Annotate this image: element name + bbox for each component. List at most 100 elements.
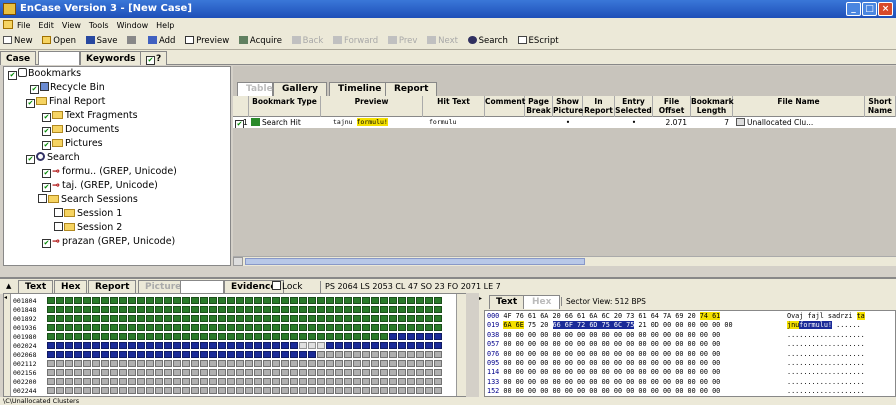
tab-hex-view[interactable]: Hex [523, 295, 561, 309]
sector-row[interactable] [47, 378, 443, 386]
col-file-name[interactable]: File Name [733, 96, 865, 117]
row-in-report [583, 117, 615, 128]
escript-button[interactable]: EScript [517, 33, 559, 49]
magnifier-icon [36, 152, 45, 161]
save-button[interactable]: Save [85, 33, 118, 49]
tab-report[interactable]: Report [385, 82, 438, 96]
forward-arrow-icon [332, 36, 342, 44]
col-hit-text[interactable]: Hit Text [423, 96, 485, 117]
tab-timeline[interactable]: Timeline [329, 82, 391, 96]
maximize-button[interactable]: □ [862, 2, 877, 16]
open-button[interactable]: Open [42, 33, 76, 49]
col-bookmark-length[interactable]: Bookmark Length [691, 96, 734, 117]
menu-help[interactable]: Help [156, 21, 174, 30]
close-button[interactable]: × [878, 2, 893, 16]
col-entry-selected[interactable]: Entry Selected [615, 96, 653, 117]
sector-row-label: 001848 [13, 306, 37, 314]
tree-node-taj[interactable]: ✔ ⊸ taj. (GREP, Unicode) [42, 180, 158, 192]
sector-row[interactable] [47, 369, 443, 377]
search-button[interactable]: Search [467, 33, 508, 49]
open-folder-icon [42, 36, 52, 44]
col-in-report[interactable]: In Report [583, 96, 615, 117]
menu-edit[interactable]: Edit [38, 21, 54, 30]
scrollbar-thumb[interactable] [245, 258, 585, 265]
menu-view[interactable]: View [62, 21, 81, 30]
tab-case[interactable]: Case [0, 51, 37, 65]
tree-node-prazan[interactable]: ✔ ⊸ prazan (GREP, Unicode) [42, 236, 175, 248]
menu-window[interactable]: Window [117, 21, 149, 30]
scroll-left-icon[interactable] [233, 257, 243, 266]
prev-button[interactable]: Prev [387, 33, 417, 49]
tree-node-text-fragments[interactable]: ✔ Text Fragments [42, 110, 138, 122]
tree-node-session-1[interactable]: Session 1 [54, 208, 122, 220]
next-button[interactable]: Next [427, 33, 458, 49]
sector-info: PS 2064 LS 2053 CL 47 SO 23 FO 2071 LE 7 [320, 281, 501, 293]
col-short-name[interactable]: Short Name [865, 96, 896, 117]
sector-row-label: 001804 [13, 297, 37, 305]
print-button[interactable] [127, 33, 138, 49]
horizontal-scrollbar[interactable] [233, 256, 896, 266]
new-button[interactable]: New [3, 33, 33, 49]
col-show-picture[interactable]: Show Picture [553, 96, 583, 117]
tree-node-formu[interactable]: ✔ ⊸ formu.. (GREP, Unicode) [42, 166, 177, 178]
back-button[interactable]: Back [291, 33, 323, 49]
sector-row-label: 002200 [13, 378, 37, 386]
menu-tools[interactable]: Tools [89, 21, 109, 30]
table-row[interactable]: ✔ 1 Search Hit tajnu formulu! formulu • … [233, 117, 896, 128]
tab-help[interactable]: ✔? [140, 51, 168, 65]
sector-view-label: Sector View: 512 BPS [561, 297, 646, 306]
minimize-button[interactable]: _ [846, 2, 861, 16]
col-page-break[interactable]: Page Break [525, 96, 553, 117]
tab-hex[interactable]: Hex [54, 280, 88, 294]
menu-file[interactable]: File [17, 21, 30, 30]
tree-node-documents[interactable]: ✔ Documents [42, 124, 119, 136]
col-bookmark-type[interactable]: Bookmark Type [249, 96, 321, 117]
col-comment[interactable]: Comment [485, 96, 525, 117]
lock-checkbox[interactable]: Lock [272, 281, 303, 293]
back-arrow-icon [291, 36, 301, 44]
sector-row[interactable] [47, 333, 443, 341]
row-number: 1 [243, 118, 248, 127]
hex-row: 076 00 00 00 00 00 00 00 00 00 00 00 00 … [487, 349, 865, 358]
sector-row[interactable] [47, 324, 443, 332]
tree-node-bookmarks[interactable]: ✔ Bookmarks [8, 68, 81, 80]
col-file-offset[interactable]: File Offset [653, 96, 691, 117]
add-button[interactable]: Add [147, 33, 175, 49]
acquire-button[interactable]: Acquire [238, 33, 282, 49]
sector-row[interactable] [47, 351, 443, 359]
row-file-name: Unallocated Clu... [747, 118, 814, 127]
recycle-bin-icon [40, 82, 49, 91]
preview-button[interactable]: Preview [185, 33, 229, 49]
tab-gallery[interactable]: Gallery [273, 82, 328, 96]
tree-node-recycle-bin[interactable]: ✔ Recycle Bin [30, 82, 105, 94]
tab-table[interactable]: Table [237, 82, 273, 96]
bottom-tab-strip: ▲ Text Hex Report Picture Evidence Lock … [0, 277, 896, 294]
tree-node-pictures[interactable]: ✔ Pictures [42, 138, 103, 150]
collapse-arrow-icon[interactable]: ▲ [0, 280, 12, 294]
folder-icon [48, 195, 59, 203]
sector-row[interactable] [47, 315, 443, 323]
tree-node-search[interactable]: ✔ Search [26, 152, 80, 164]
checkbox-icon[interactable]: ✔ [8, 71, 17, 80]
vertical-scrollbar[interactable] [456, 294, 466, 396]
tab-text[interactable]: Text [18, 280, 54, 294]
tab-disk[interactable] [180, 280, 224, 294]
tree-node-final-report[interactable]: ✔ Final Report [26, 96, 105, 108]
tab-hidden[interactable] [38, 51, 80, 65]
hex-view[interactable]: 000 4F 76 61 6A 20 66 61 6A 6C 20 73 61 … [484, 310, 896, 397]
sector-row[interactable] [47, 306, 443, 314]
sector-row[interactable] [47, 360, 443, 368]
tab-keywords[interactable]: Keywords [80, 51, 142, 65]
sector-row[interactable] [47, 297, 443, 305]
tab-text-view[interactable]: Text [489, 295, 525, 309]
forward-button[interactable]: Forward [332, 33, 378, 49]
view-tab-strip: Table Gallery Timeline Report [233, 82, 896, 96]
sector-row-label: 002244 [13, 387, 37, 395]
col-preview[interactable]: Preview [321, 96, 423, 117]
tree-node-search-sessions[interactable]: Search Sessions [38, 194, 138, 206]
sector-row[interactable] [47, 342, 443, 350]
check-icon: ✔ [146, 56, 155, 65]
tab-report-bottom[interactable]: Report [88, 280, 137, 294]
sector-row[interactable] [47, 387, 443, 395]
tree-node-session-2[interactable]: Session 2 [54, 222, 122, 234]
